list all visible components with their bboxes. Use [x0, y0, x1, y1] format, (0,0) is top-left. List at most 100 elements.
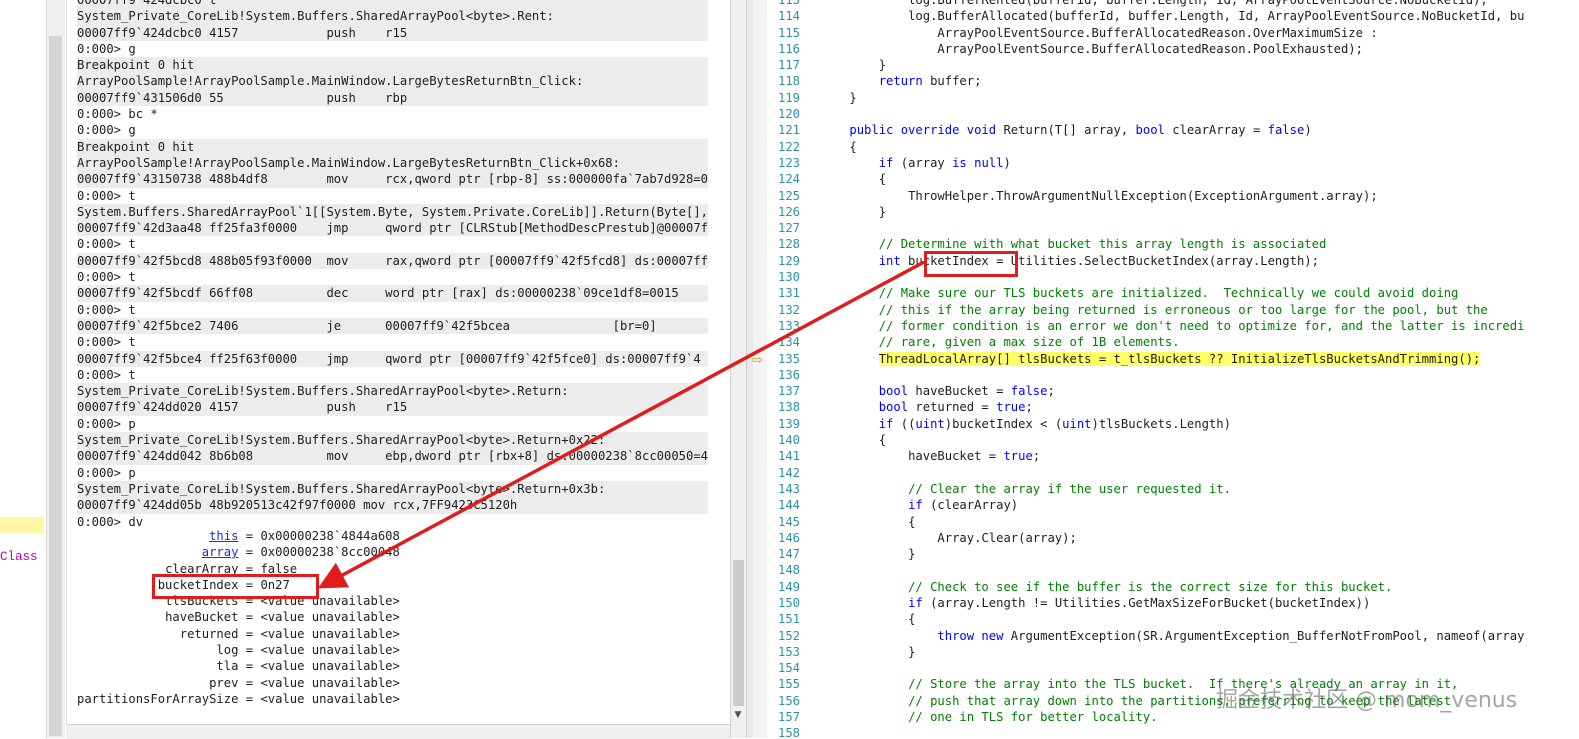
source-line: 155 // Store the array into the TLS buck…: [768, 676, 1458, 692]
debugger-output-line: 00007ff9`43150738 488b4df8 mov rcx,qword…: [77, 171, 709, 188]
debugger-output-line: System_Private_CoreLib!System.Buffers.Sh…: [77, 432, 709, 449]
debugger-horizontal-scrollbar[interactable]: [66, 724, 730, 739]
code-text: log.BufferAllocated(bufferId, buffer.Len…: [908, 9, 1524, 23]
source-code: haveBucket = true;: [820, 448, 1040, 464]
source-code: }: [820, 546, 915, 562]
source-code: if (array is null): [820, 155, 1011, 171]
locals-output: this = 0x00000238`4844a608 array = 0x000…: [77, 528, 400, 707]
local-variable-row: array = 0x00000238`8cc00048: [77, 544, 400, 560]
local-variable-name: prev: [209, 675, 239, 690]
source-code: if ((uint)bucketIndex < (uint)tlsBuckets…: [820, 416, 1231, 432]
line-number: 156: [777, 693, 800, 708]
code-text: // former condition is an error we don't…: [879, 319, 1525, 333]
local-variable-value: = <value unavailable>: [238, 610, 400, 625]
source-code: {: [820, 611, 915, 627]
code-token: ((: [893, 416, 916, 431]
source-line: 115 ArrayPoolEventSource.BufferAllocated…: [768, 25, 1378, 41]
keyword-token: if: [878, 416, 894, 431]
keyword-token: bool: [1135, 123, 1165, 138]
debugger-command-line: 0:000> t: [77, 236, 709, 253]
line-number: 137: [777, 384, 800, 399]
code-token: Array.Clear(array);: [937, 530, 1077, 545]
code-token: {: [908, 612, 916, 627]
line-number: 116: [777, 41, 800, 56]
code-token: ;: [1025, 400, 1033, 415]
debugger-output-line: 00007ff9`431506d0 55 push rbp: [77, 89, 709, 107]
line-number: 151: [777, 612, 800, 627]
left-panel-scrollbar-thumb[interactable]: [49, 36, 62, 736]
keyword-token: public override void: [849, 123, 997, 138]
line-number: 149: [777, 579, 800, 594]
local-variable-row: prev = <value unavailable>: [77, 675, 400, 691]
source-line: 119 }: [768, 90, 857, 106]
line-number: 153: [777, 644, 800, 659]
debugger-output-line: 00007ff9`42f5bce2 7406 je 00007ff9`42f5b…: [77, 317, 709, 335]
code-token: ArrayPoolEventSource.BufferAllocatedReas…: [937, 41, 1363, 56]
code-token: (clearArray): [922, 498, 1019, 513]
line-number: 132: [777, 302, 800, 317]
debugger-scrollbar-thumb[interactable]: [733, 560, 744, 706]
source-line: 138 bool returned = true;: [768, 399, 1033, 415]
debugger-command-line: 0:000> g: [77, 40, 709, 58]
code-token: }: [908, 644, 916, 659]
source-line: 133 // former condition is an error we d…: [768, 318, 1524, 334]
source-line: 122 {: [768, 139, 857, 155]
source-indicator-margin[interactable]: [753, 0, 767, 738]
line-number: 141: [777, 449, 800, 464]
comment-token: // Make sure our TLS buckets are initial…: [878, 286, 1459, 301]
source-code-window[interactable]: 113 log.BufferRented(bufferId, buffer.Le…: [768, 0, 1579, 738]
local-variable-link[interactable]: array: [202, 545, 239, 559]
code-token: }: [849, 90, 857, 105]
debugger-output-line: 00007ff9`424dd042 8b6b08 mov ebp,dword p…: [77, 448, 709, 465]
debugger-command-line: 0:000> p: [77, 415, 709, 433]
code-text: throw new ArgumentException(SR.ArgumentE…: [937, 629, 1524, 643]
keyword-token: uint: [1062, 416, 1092, 431]
source-code: }: [820, 644, 915, 660]
code-text: {: [849, 140, 856, 154]
source-line: 148: [768, 562, 800, 578]
scroll-down-arrow-icon[interactable]: ▼: [730, 708, 746, 722]
code-token: ): [1003, 155, 1011, 170]
source-line: 127: [768, 220, 800, 236]
local-variable-name: log: [216, 643, 239, 658]
line-number: 143: [777, 481, 800, 496]
source-line: 126 }: [768, 204, 886, 220]
debugger-command-window[interactable]: 00007ff9`424dcbc0 t System_Private_CoreLi…: [66, 0, 731, 738]
code-token: log.BufferRented(bufferId, buffer.Length…: [908, 0, 1488, 7]
source-code-lines: 113 log.BufferRented(bufferId, buffer.Le…: [768, 0, 1524, 738]
source-line: 117 }: [768, 57, 886, 73]
source-line: 137 bool haveBucket = false;: [768, 383, 1055, 399]
code-token: log.BufferAllocated(bufferId, buffer.Len…: [908, 9, 1525, 24]
source-line: 142: [768, 465, 800, 481]
keyword-token: true: [1003, 449, 1033, 464]
local-variable-link[interactable]: this: [209, 529, 238, 543]
source-line: 130: [768, 269, 800, 285]
debugger-output-line: System_Private_CoreLib!System.Buffers.Sh…: [77, 8, 709, 25]
source-line: 152 throw new ArgumentException(SR.Argum…: [768, 628, 1524, 644]
source-code: ThrowHelper.ThrowArgumentNullException(E…: [820, 188, 1378, 204]
local-variable-row: haveBucket = <value unavailable>: [77, 609, 400, 625]
source-line: 116 ArrayPoolEventSource.BufferAllocated…: [768, 41, 1363, 57]
line-number: 125: [777, 188, 800, 203]
local-variable-row: this = 0x00000238`4844a608: [77, 528, 400, 544]
code-token: ;: [1047, 384, 1055, 399]
code-text: bool haveBucket = false;: [879, 384, 1055, 398]
left-panel: [0, 0, 46, 738]
source-code: // one in TLS for better locality.: [820, 709, 1157, 725]
code-token: (array: [893, 155, 953, 170]
code-token: ;: [1032, 449, 1041, 464]
source-code: bool returned = true;: [820, 399, 1033, 415]
